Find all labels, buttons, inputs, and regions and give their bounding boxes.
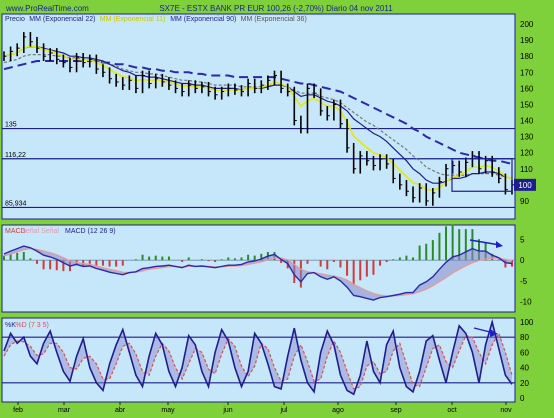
macd-legend-item: MACD (12 26 9) bbox=[65, 228, 116, 235]
macd-y-tick: -5 bbox=[520, 277, 528, 286]
price-y-tick: 110 bbox=[520, 165, 533, 174]
last-value-label: 100 bbox=[518, 181, 532, 190]
price-y-tick: 200 bbox=[520, 20, 534, 29]
macd-legend-item: señal Señal bbox=[22, 228, 59, 235]
price-y-tick: 90 bbox=[520, 197, 529, 206]
chart-window: www.ProRealTime.com SX7E - ESTX BANK PR … bbox=[0, 0, 554, 418]
x-tick-label: abr bbox=[115, 407, 126, 414]
level-label: 85,934 bbox=[5, 200, 27, 207]
price-y-tick: 190 bbox=[520, 36, 534, 45]
x-tick-label: ago bbox=[332, 407, 344, 414]
price-legend-item: MM (Exponencial 22) bbox=[29, 16, 95, 23]
chart-canvas: www.ProRealTime.com SX7E - ESTX BANK PR … bbox=[1, 4, 536, 414]
x-tick-label: oct bbox=[447, 407, 456, 414]
price-legend-item: MM (Exponencial 90) bbox=[170, 16, 236, 23]
x-tick-label: feb bbox=[13, 407, 23, 414]
chart-title: SX7E - ESTX BANK PR EUR 100,26 (-2,70%) … bbox=[159, 4, 393, 13]
macd-panel bbox=[1, 224, 516, 313]
price-y-tick: 170 bbox=[520, 68, 534, 77]
stoch-y-tick: 60 bbox=[520, 348, 529, 357]
x-tick-label: sep bbox=[390, 407, 401, 414]
level-label: 135 bbox=[5, 122, 17, 129]
x-tick-label: jul bbox=[279, 407, 287, 414]
x-tick-label: jun bbox=[222, 407, 232, 414]
x-tick-label: may bbox=[161, 407, 175, 414]
stoch-legend-item: %D (7 3 5) bbox=[15, 322, 48, 329]
site-label[interactable]: www.ProRealTime.com bbox=[5, 4, 89, 13]
price-y-tick: 120 bbox=[520, 149, 534, 158]
x-tick-label: nov bbox=[500, 407, 512, 414]
price-legend-item: MM (Exponencial 11) bbox=[100, 16, 166, 23]
level-label: 116,22 bbox=[5, 152, 26, 159]
price-y-tick: 160 bbox=[520, 84, 534, 93]
stoch-y-tick: 0 bbox=[520, 394, 525, 403]
stoch-y-tick: 20 bbox=[520, 379, 529, 388]
macd-y-tick: 0 bbox=[520, 256, 525, 265]
price-y-tick: 180 bbox=[520, 52, 534, 61]
price-legend-item: MM (Exponencial 36) bbox=[241, 16, 307, 23]
macd-y-tick: -10 bbox=[520, 298, 532, 307]
price-y-tick: 130 bbox=[520, 133, 534, 142]
price-y-tick: 150 bbox=[520, 100, 534, 109]
x-tick-label: mar bbox=[58, 407, 71, 414]
stoch-y-tick: 40 bbox=[520, 364, 529, 373]
stoch-y-tick: 100 bbox=[520, 318, 534, 327]
price-y-tick: 140 bbox=[520, 117, 534, 126]
stoch-y-tick: 80 bbox=[520, 333, 529, 342]
macd-y-tick: 5 bbox=[520, 235, 525, 244]
price-legend-item: Precio bbox=[5, 16, 25, 23]
